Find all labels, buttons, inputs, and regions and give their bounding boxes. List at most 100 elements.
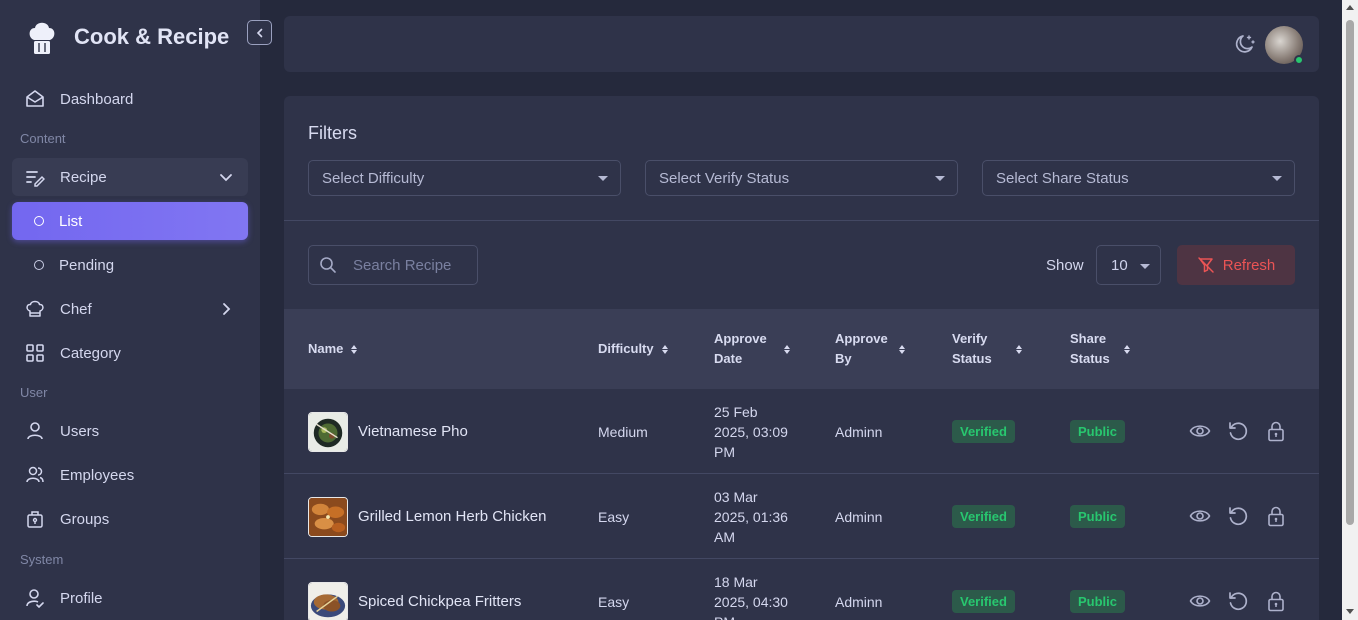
column-header-label: Status — [1070, 351, 1110, 366]
list-edit-icon — [25, 167, 45, 187]
approve-by-value: Adminn — [835, 423, 883, 440]
recipe-name[interactable]: Vietnamese Pho — [358, 423, 468, 440]
sidebar-item-groups[interactable]: Groups — [12, 500, 248, 538]
share-status-badge: Public — [1070, 590, 1126, 613]
sidebar-item-profile[interactable]: Profile — [12, 579, 248, 617]
caret-down-icon — [598, 176, 608, 181]
brand[interactable]: Cook & Recipe — [26, 18, 229, 56]
search-box[interactable] — [308, 245, 478, 285]
column-header-verify-status[interactable]: Verify Status — [952, 309, 1022, 389]
refresh-button[interactable]: Refresh — [1177, 245, 1295, 285]
recipe-thumbnail — [308, 411, 348, 452]
difficulty-value: Medium — [598, 423, 648, 440]
column-header-approve-date[interactable]: Approve Date — [714, 309, 790, 389]
column-header-name[interactable]: Name — [308, 309, 358, 389]
refresh-label: Refresh — [1222, 256, 1276, 274]
eye-icon[interactable] — [1189, 420, 1211, 442]
grid-icon — [25, 343, 45, 363]
rotate-ccw-icon[interactable] — [1227, 590, 1249, 612]
sidebar-item-label: Recipe — [60, 168, 107, 186]
eye-icon[interactable] — [1189, 590, 1211, 612]
chef-hat-icon — [25, 299, 45, 319]
section-label-user: User — [20, 385, 48, 400]
sidebar-item-recipe-list[interactable]: List — [12, 202, 248, 240]
sidebar-item-label: Dashboard — [60, 90, 134, 108]
sidebar-item-employees[interactable]: Employees — [12, 456, 248, 494]
column-header-label: Verify — [952, 331, 988, 346]
share-status-badge: Public — [1070, 420, 1126, 443]
approve-date-value: 18 Mar2025, 04:30PM — [714, 573, 788, 620]
column-header-label: Date — [714, 351, 743, 366]
page-scrollbar[interactable] — [1342, 0, 1358, 620]
search-icon — [320, 257, 336, 273]
difficulty-select[interactable]: Select Difficulty — [308, 160, 621, 196]
sidebar-item-chef[interactable]: Chef — [12, 290, 248, 328]
recipe-thumbnail — [308, 496, 348, 537]
avatar[interactable] — [1265, 26, 1304, 65]
sidebar: Cook & Recipe Dashboard Content Recipe L… — [0, 0, 260, 620]
eye-icon[interactable] — [1189, 505, 1211, 527]
sidebar-item-label: Profile — [60, 589, 103, 607]
column-header-approve-by[interactable]: Approve By — [835, 309, 905, 389]
verify-status-badge: Verified — [952, 420, 1015, 443]
page-size-select[interactable]: 10 — [1096, 245, 1161, 285]
verify-status-select[interactable]: Select Verify Status — [645, 160, 958, 196]
sidebar-item-category[interactable]: Category — [12, 334, 248, 372]
search-input[interactable] — [353, 256, 468, 274]
top-navbar — [284, 16, 1319, 72]
sidebar-item-recipe[interactable]: Recipe — [12, 158, 248, 196]
column-header-share-status[interactable]: Share Status — [1070, 309, 1130, 389]
column-header-difficulty[interactable]: Difficulty — [598, 309, 668, 389]
filters-title: Filters — [308, 123, 357, 143]
scroll-down-arrow-icon[interactable] — [1346, 609, 1354, 614]
approve-date-value: 25 Feb 2025, 03:09 PM — [714, 403, 788, 460]
circle-icon — [34, 216, 44, 226]
rotate-ccw-icon[interactable] — [1227, 505, 1249, 527]
sidebar-collapse-button[interactable] — [247, 20, 272, 45]
table-header: Name Difficulty Approve Date Approve By Ve… — [284, 309, 1319, 389]
recipe-thumbnail — [308, 581, 348, 620]
sidebar-item-label: Pending — [59, 256, 115, 274]
chevron-down-icon — [220, 174, 232, 182]
scroll-up-arrow-icon[interactable] — [1346, 5, 1354, 10]
share-status-select[interactable]: Select Share Status — [982, 160, 1295, 196]
chef-hat-logo-icon — [29, 22, 55, 54]
moon-stars-icon[interactable] — [1233, 32, 1257, 56]
sort-icon — [661, 344, 668, 354]
select-placeholder: Select Verify Status — [659, 169, 790, 187]
caret-down-icon — [1140, 264, 1150, 269]
difficulty-value: Easy — [598, 508, 630, 525]
sidebar-item-label: Groups — [60, 510, 110, 528]
rotate-ccw-icon[interactable] — [1227, 420, 1249, 442]
sort-icon — [1016, 344, 1022, 354]
user-check-icon — [25, 588, 45, 608]
verify-status-badge: Verified — [952, 505, 1015, 528]
users-group-icon — [25, 465, 45, 485]
divider — [284, 220, 1319, 221]
lock-icon[interactable] — [1265, 590, 1287, 612]
chevron-left-icon — [256, 28, 262, 37]
sort-icon — [784, 344, 790, 354]
scrollbar-thumb[interactable] — [1346, 20, 1354, 525]
sort-icon — [1124, 344, 1130, 354]
recipe-list-card: Filters Select Difficulty Select Verify … — [284, 96, 1319, 620]
approve-date-value: 03 Mar 2025, 01:36 AM — [714, 488, 788, 545]
recipe-name[interactable]: Spiced Chickpea Fritters — [358, 593, 521, 610]
lock-icon[interactable] — [1265, 505, 1287, 527]
recipe-name[interactable]: Grilled Lemon Herb Chicken — [358, 508, 546, 525]
column-header-label: Difficulty — [598, 341, 654, 356]
column-header-label: Approve — [835, 331, 888, 346]
mail-home-icon — [25, 89, 45, 109]
caret-down-icon — [1272, 176, 1282, 181]
sort-icon — [899, 344, 905, 354]
table-row: Grilled Lemon Herb Chicken Easy 03 Mar 20… — [284, 474, 1319, 559]
sidebar-item-recipe-pending[interactable]: Pending — [12, 246, 248, 284]
briefcase-lock-icon — [25, 509, 45, 529]
sidebar-item-users[interactable]: Users — [12, 412, 248, 450]
column-header-label: By — [835, 351, 852, 366]
sidebar-item-label: Chef — [60, 300, 92, 318]
sidebar-item-dashboard[interactable]: Dashboard — [12, 80, 248, 118]
lock-icon[interactable] — [1265, 420, 1287, 442]
sidebar-item-label: Category — [60, 344, 121, 362]
page-size-value: 10 — [1111, 256, 1128, 274]
